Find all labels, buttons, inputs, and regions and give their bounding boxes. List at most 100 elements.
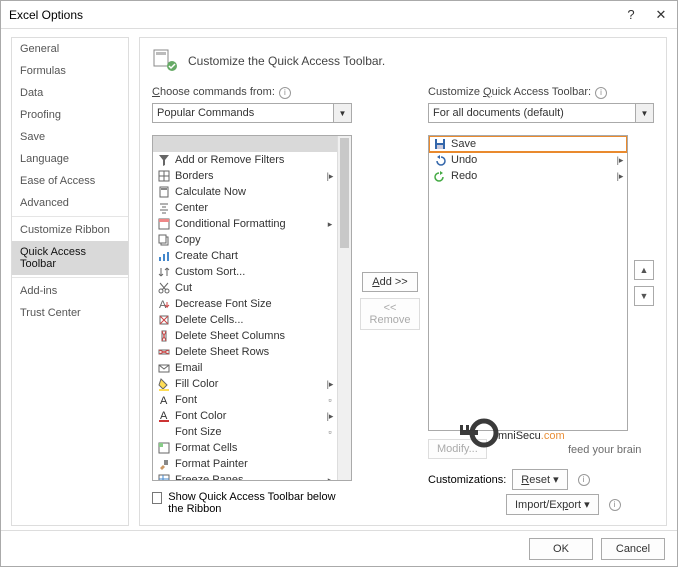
mail-icon	[157, 361, 171, 375]
delcol-icon	[157, 329, 171, 343]
nav-item[interactable]: General	[12, 38, 128, 60]
move-down-button[interactable]: ▼	[634, 286, 654, 306]
adown-icon: A	[157, 297, 171, 311]
reset-button[interactable]: Reset ▾	[512, 469, 567, 490]
info-icon[interactable]: i	[279, 87, 291, 99]
list-item[interactable]: Format Painter	[153, 456, 337, 472]
commands-listbox[interactable]: Add or Remove FiltersBorders|▸Calculate …	[152, 135, 352, 481]
import-export-button[interactable]: Import/Export ▾	[506, 494, 599, 515]
list-item[interactable]: Add or Remove Filters	[153, 152, 337, 168]
nav-item[interactable]: Formulas	[12, 60, 128, 82]
scrollbar-thumb[interactable]	[340, 138, 349, 248]
info-icon[interactable]: i	[609, 499, 621, 511]
columns: Choose commands from:i Popular Commands …	[152, 86, 654, 515]
show-below-ribbon-checkbox[interactable]: Show Quick Access Toolbar below the Ribb…	[152, 491, 352, 515]
list-item[interactable]: Borders|▸	[153, 168, 337, 184]
submenu-indicator-icon: |▸	[325, 171, 335, 182]
grid-icon	[157, 169, 171, 183]
submenu-indicator-icon: ▫	[325, 427, 335, 437]
list-item[interactable]: ADecrease Font Size	[153, 296, 337, 312]
sort-icon	[157, 265, 171, 279]
submenu-indicator-icon: ▸	[325, 219, 335, 230]
left-column: Choose commands from:i Popular Commands …	[152, 86, 352, 515]
nav-item[interactable]: Language	[12, 148, 128, 170]
info-icon[interactable]: i	[595, 87, 607, 99]
list-item[interactable]: Delete Sheet Columns	[153, 328, 337, 344]
close-button[interactable]: ✕	[653, 7, 669, 23]
scope-combo[interactable]: For all documents (default) ▼	[428, 103, 654, 123]
qat-icon	[152, 48, 180, 74]
freeze-icon	[157, 473, 171, 480]
window-title: Excel Options	[9, 8, 623, 22]
delc-icon	[157, 313, 171, 327]
ok-button[interactable]: OK	[529, 538, 593, 560]
list-item[interactable]: Cut	[153, 280, 337, 296]
list-item[interactable]: Fill Color|▸	[153, 376, 337, 392]
choose-commands-combo[interactable]: Popular Commands ▼	[152, 103, 352, 123]
modify-button: Modify...	[428, 439, 487, 459]
checkbox-box	[152, 492, 162, 504]
scrollbar[interactable]	[337, 136, 351, 480]
qat-listbox[interactable]: SaveUndo|▸Redo|▸	[428, 135, 628, 431]
fill-icon	[157, 377, 171, 391]
cancel-button[interactable]: Cancel	[601, 538, 665, 560]
submenu-indicator-icon: |▸	[615, 171, 625, 182]
list-item[interactable]: AFont▫	[153, 392, 337, 408]
list-item[interactable]: Calculate Now	[153, 184, 337, 200]
nav-item[interactable]: Proofing	[12, 104, 128, 126]
svg-text:A: A	[159, 299, 167, 311]
redo-icon	[433, 169, 447, 183]
list-item[interactable]: AFont Color|▸	[153, 408, 337, 424]
list-item[interactable]: Conditional Formatting▸	[153, 216, 337, 232]
fmt-icon	[157, 441, 171, 455]
cut-icon	[157, 281, 171, 295]
move-up-button[interactable]: ▲	[634, 260, 654, 280]
list-item[interactable]: Font Size▫	[153, 424, 337, 440]
svg-text:A: A	[160, 395, 168, 407]
dialog-footer: OK Cancel	[1, 530, 677, 566]
list-item[interactable]: Undo|▸	[429, 152, 627, 168]
nav-item[interactable]: Add-ins	[12, 280, 128, 302]
nav-item[interactable]: Customize Ribbon	[12, 219, 128, 241]
nav-item[interactable]: Advanced	[12, 192, 128, 214]
list-item[interactable]: Email	[153, 360, 337, 376]
chevron-down-icon: ▼	[333, 104, 351, 122]
list-item[interactable]: Delete Sheet Rows	[153, 344, 337, 360]
right-column: Customize Quick Access Toolbar:i For all…	[428, 86, 654, 515]
system-buttons: ? ✕	[623, 7, 669, 23]
list-item[interactable]: Freeze Panes▸	[153, 472, 337, 480]
list-item[interactable]: Format Cells	[153, 440, 337, 456]
list-item[interactable]: Delete Cells...	[153, 312, 337, 328]
nav-item[interactable]: Trust Center	[12, 302, 128, 324]
submenu-indicator-icon: |▸	[615, 155, 625, 166]
list-item[interactable]: Copy	[153, 232, 337, 248]
choose-commands-label: Choose commands from:i	[152, 86, 352, 99]
nav-item[interactable]: Ease of Access	[12, 170, 128, 192]
mid-column: Add >> << Remove	[360, 86, 420, 515]
Ac-icon: A	[157, 409, 171, 423]
customize-qat-label: Customize Quick Access Toolbar:i	[428, 86, 654, 99]
funnel-icon	[157, 153, 171, 167]
nav-sidebar: GeneralFormulasDataProofingSaveLanguageE…	[11, 37, 129, 526]
panel-title: Customize the Quick Access Toolbar.	[188, 54, 385, 68]
list-item[interactable]: Redo|▸	[429, 168, 627, 184]
chevron-down-icon: ▼	[635, 104, 653, 122]
list-item[interactable]: Create Chart	[153, 248, 337, 264]
list-item[interactable]: Center	[153, 200, 337, 216]
delrow-icon	[157, 345, 171, 359]
list-item[interactable]: Custom Sort...	[153, 264, 337, 280]
blank-icon	[157, 137, 171, 151]
excel-options-dialog: Excel Options ? ✕ GeneralFormulasDataPro…	[0, 0, 678, 567]
info-icon[interactable]: i	[578, 474, 590, 486]
undo-icon	[433, 153, 447, 167]
A-icon: A	[157, 393, 171, 407]
nav-item[interactable]: Save	[12, 126, 128, 148]
list-item[interactable]	[153, 136, 337, 152]
help-button[interactable]: ?	[623, 7, 639, 23]
copy-icon	[157, 233, 171, 247]
chart-icon	[157, 249, 171, 263]
nav-item[interactable]: Data	[12, 82, 128, 104]
nav-item[interactable]: Quick Access Toolbar	[12, 241, 128, 275]
list-item[interactable]: Save	[429, 136, 627, 152]
add-button[interactable]: Add >>	[362, 272, 418, 292]
